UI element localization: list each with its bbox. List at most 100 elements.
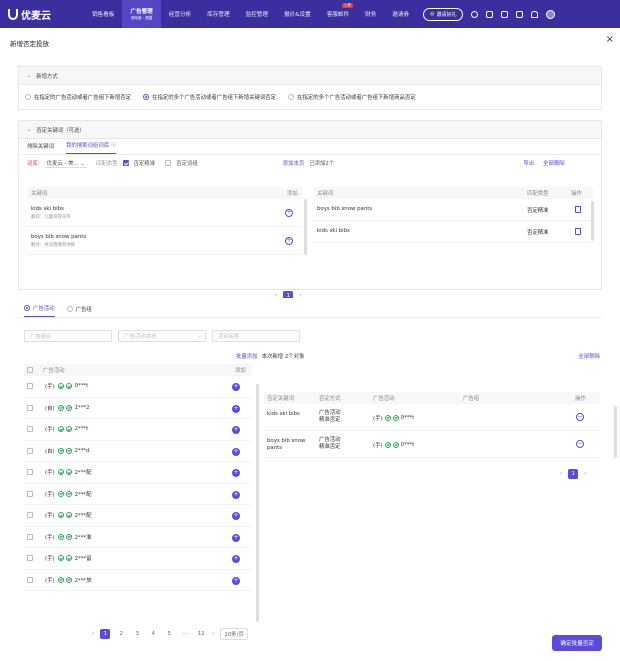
table-header: 关键词 匹配类型 操作 [313, 187, 593, 199]
nav-item-3[interactable]: 库存管理 [199, 0, 237, 28]
prev-page-button[interactable]: ‹ [92, 631, 94, 637]
delete-all-link[interactable]: 全部删除 [578, 352, 600, 360]
row-checkbox[interactable] [27, 555, 33, 562]
page-button[interactable]: 5 [164, 629, 174, 639]
scrollbar[interactable] [591, 201, 594, 241]
row-checkbox[interactable] [27, 512, 33, 519]
nav-item-5[interactable]: 报价&设置 [276, 0, 319, 28]
keyword-panel-header[interactable]: ⌄ 否定关键词（可选） [19, 121, 601, 139]
remove-icon[interactable]: − [576, 440, 584, 448]
add-icon[interactable]: + [285, 209, 293, 217]
nav-item-6[interactable]: 客服邮件 上新 [319, 0, 357, 28]
add-icon[interactable]: + [232, 533, 240, 542]
logo[interactable]: 优麦云 [8, 7, 80, 22]
trash-icon[interactable] [575, 228, 581, 235]
message-icon[interactable] [501, 10, 509, 18]
add-icon[interactable]: + [232, 512, 240, 520]
next-page-button[interactable]: › [584, 471, 586, 477]
invite-button[interactable]: ◎ 邀请好礼 [423, 7, 464, 21]
add-icon[interactable]: + [232, 404, 240, 413]
status-enabled-icon [57, 555, 64, 562]
scrollbar[interactable] [256, 384, 259, 622]
help-icon[interactable] [471, 10, 479, 18]
nav-item-0[interactable]: 销售看板 [84, 0, 122, 28]
page-button[interactable]: 1 [100, 629, 111, 639]
add-icon[interactable]: + [285, 237, 293, 245]
close-icon[interactable]: × [606, 34, 614, 45]
tab-exclude-keywords[interactable]: 排除关键词 [27, 142, 54, 154]
new-object-count: 本次新增 2个对象 [261, 354, 305, 360]
prev-page-button[interactable]: ‹ [560, 471, 562, 477]
campaign-type: (手) [373, 416, 383, 422]
bell-icon[interactable] [531, 10, 539, 18]
nav-item-2[interactable]: 经营分析 [161, 0, 199, 28]
library-select[interactable]: 优麦云 - 美... ⌄ [44, 159, 87, 168]
page-button[interactable]: 3 [132, 629, 142, 639]
campaign-type: (手) [45, 556, 55, 563]
tab-my-keyword-library[interactable]: 我的搜索词组词库 ⓘ [65, 141, 117, 154]
nav-item-label: 客服邮件 [326, 12, 350, 18]
add-icon[interactable]: + [232, 426, 240, 434]
nav-item-label: 报价&设置 [283, 12, 311, 18]
select-all-checkbox[interactable] [27, 367, 33, 373]
mode-option-0[interactable]: 在指定的广告活动或者广告组下新增否定 [25, 93, 131, 101]
page-size-label: 10条/页 [224, 632, 244, 638]
remove-icon[interactable]: − [576, 413, 584, 421]
avatar[interactable] [546, 9, 556, 19]
row-checkbox[interactable] [27, 447, 33, 454]
tab-campaign[interactable]: 广告活动 [24, 304, 55, 317]
scrollbar[interactable] [614, 406, 617, 458]
campaign-radio [24, 305, 30, 311]
negative-phrase-checkbox[interactable] [165, 160, 172, 166]
confirm-batch-negative-button[interactable]: 确定批量否定 [552, 635, 602, 651]
mode-option-2[interactable]: 在指定的多个广告活动或者广告组下新增商品否定 [288, 93, 416, 101]
table-row: (手) 0***t + [24, 376, 252, 398]
mode-panel-header[interactable]: ⌄ 新增方式 [19, 67, 601, 85]
add-icon[interactable]: + [232, 555, 240, 563]
portfolio-select[interactable]: 广告组合 [24, 330, 112, 342]
scrollbar[interactable] [304, 199, 307, 255]
campaign-pagination: ‹ 1 2 3 4 5 ··· 12 › 10条/页 [92, 628, 248, 640]
status-enabled-icon [65, 404, 72, 411]
mode-option-1[interactable]: 在指定的多个广告活动或者广告组下新增关键词否定 [143, 93, 276, 101]
add-this-page-link[interactable]: 添加本页 [283, 159, 305, 167]
nav-item-label: 财务 [365, 12, 377, 18]
doc-icon[interactable] [486, 10, 494, 18]
tab-ad-group[interactable]: 广告组 [66, 305, 92, 317]
campaign-status-select[interactable]: 广告活动状态 ⌄ [118, 330, 206, 342]
campaign-type: (手) [45, 534, 55, 541]
nav-item-8[interactable]: 邀请券 [384, 0, 417, 28]
export-link[interactable]: 导出 [523, 159, 534, 167]
bulk-add-link[interactable]: 批量添加 [236, 352, 258, 360]
delete-all-link[interactable]: 全部删除 [543, 159, 565, 167]
add-icon[interactable]: + [232, 576, 240, 585]
row-checkbox[interactable] [27, 490, 33, 497]
row-checkbox[interactable] [27, 404, 33, 411]
add-icon[interactable]: + [232, 447, 240, 456]
row-checkbox[interactable] [27, 469, 33, 476]
table-header: 否定关键词 否定方式 广告活动 广告组 操作 [264, 392, 600, 404]
add-icon[interactable]: + [232, 383, 240, 391]
add-icon[interactable]: + [232, 490, 240, 499]
nav-item-4[interactable]: 监控管理 [238, 0, 276, 28]
row-checkbox[interactable] [27, 533, 33, 540]
page-size-select[interactable]: 10条/页 [220, 628, 248, 640]
page-button[interactable]: 4 [148, 629, 158, 639]
page-1-button[interactable]: 1 [568, 469, 579, 479]
page-button[interactable]: ··· [180, 629, 190, 639]
row-checkbox[interactable] [27, 383, 33, 390]
negative-exact-checkbox[interactable] [122, 160, 129, 166]
row-checkbox[interactable] [27, 576, 33, 583]
next-page-button[interactable]: › [212, 631, 214, 637]
nav-item-7[interactable]: 财务 [357, 0, 384, 28]
page-button[interactable]: 12 [196, 629, 206, 639]
page-button[interactable]: 2 [116, 629, 126, 639]
row-checkbox[interactable] [27, 426, 33, 433]
nav-item-1[interactable]: 广告管理 亚马逊 · 美国 [122, 0, 161, 28]
add-icon[interactable]: + [232, 469, 240, 477]
campaign-name-input[interactable]: 活动名称 [212, 330, 300, 342]
trash-icon[interactable] [575, 206, 581, 213]
screen-icon[interactable] [516, 10, 524, 18]
nav-item-label: 监控管理 [245, 12, 268, 18]
column-campaign: 广告活动 [373, 396, 395, 402]
